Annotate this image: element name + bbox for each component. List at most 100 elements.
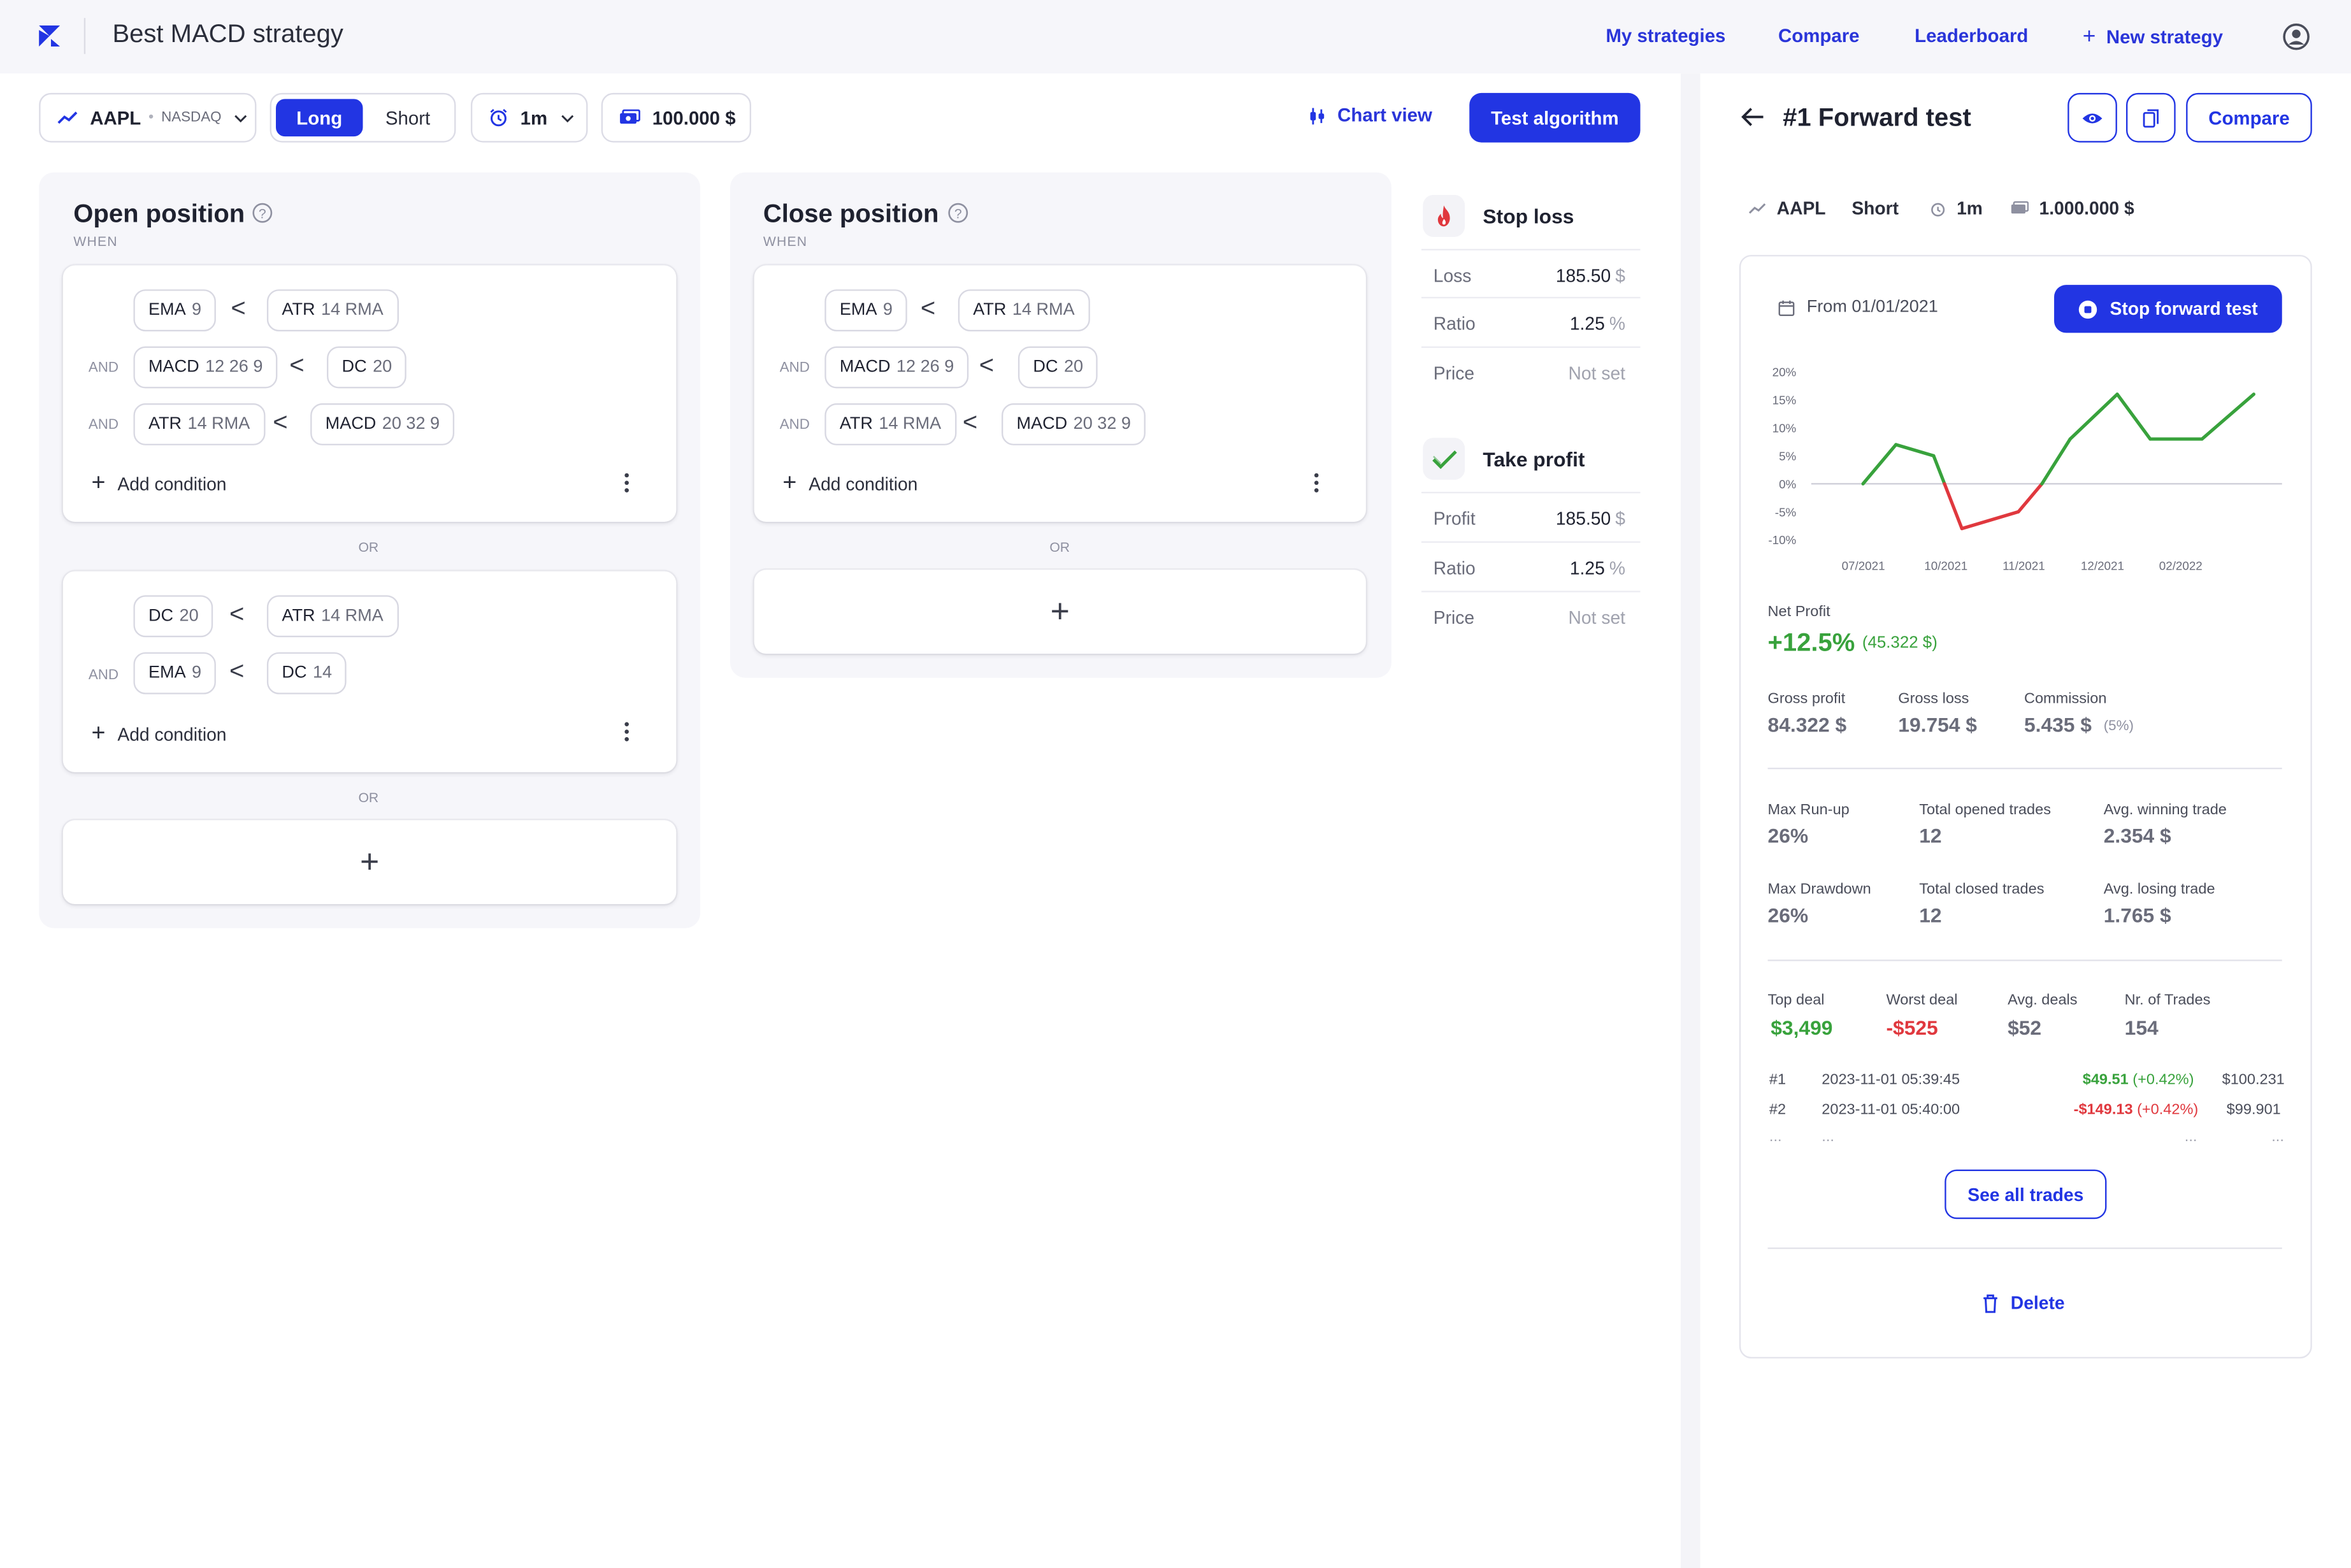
commission-pct: (5%) [2103,718,2134,735]
comparison-operator[interactable]: < [273,408,287,438]
worst-deal-label: Worst deal [1886,992,1958,1009]
indicator-chip[interactable]: MACD 20 32 9 [310,403,455,445]
delete-button[interactable]: Delete [1982,1293,2065,1314]
indicator-chip[interactable]: ATR 14 RMA [824,403,956,445]
indicator-chip[interactable]: DC 20 [327,346,407,389]
x-tick-label: 02/2022 [2159,559,2203,572]
y-tick-label: 15% [1772,394,1797,407]
nav-compare[interactable]: Compare [1778,25,1860,47]
avg-losing-label: Avg. losing trade [2103,881,2215,898]
stop-loss-row[interactable]: Loss 185.50 $ [1421,248,1641,297]
timeframe-selector[interactable]: 1m [470,92,588,143]
comparison-operator[interactable]: < [289,351,304,381]
header-divider [83,18,86,54]
net-profit-abs: (45.322 $) [1862,634,1938,652]
indicator-chip[interactable]: ATR 14 RMA [133,403,265,445]
test-algorithm-button[interactable]: Test algorithm [1469,92,1641,143]
plus-icon: + [782,470,797,496]
take-profit-row[interactable]: Profit 185.50 $ [1421,491,1641,540]
add-group-button[interactable]: + [62,820,677,905]
more-options-icon[interactable] [624,472,629,493]
comparison-operator[interactable]: < [921,294,935,324]
chevron-down-icon [561,114,574,122]
indicator-chip[interactable]: EMA 9 [824,289,908,332]
eye-icon [2082,113,2103,123]
view-button[interactable] [2067,92,2117,143]
series-line-segment [2200,392,2255,441]
and-label: AND [88,417,119,434]
series-line-segment [1894,443,1936,457]
close-when-label: WHEN [763,234,808,249]
trade-time: 2023-11-01 05:40:00 [1822,1102,1960,1119]
trade-id: #2 [1769,1102,1787,1119]
symbol-selector[interactable]: AAPL • NASDAQ [39,92,257,143]
nav-leaderboard[interactable]: Leaderboard [1915,25,2028,47]
help-icon[interactable]: ? [252,203,273,224]
y-tick-label: 10% [1772,422,1797,435]
add-group-button[interactable]: + [754,570,1366,654]
calendar-icon [1778,299,1795,315]
duplicate-button[interactable] [2126,92,2176,143]
nav-new-strategy-label: New strategy [2106,26,2223,48]
candlestick-icon [1310,107,1325,124]
indicator-chip[interactable]: ATR 14 RMA [958,289,1090,332]
comparison-operator[interactable]: < [963,408,977,438]
nr-trades-label: Nr. of Trades [2124,992,2211,1009]
plus-icon: + [91,470,106,496]
capital-input[interactable]: 100.000 $ [601,92,752,143]
indicator-chip[interactable]: ATR 14 RMA [266,595,399,638]
indicator-chip[interactable]: MACD 20 32 9 [1002,403,1146,445]
user-avatar-icon[interactable] [2282,22,2311,51]
indicator-chip[interactable]: MACD 12 26 9 [824,346,969,389]
more-options-icon[interactable] [1314,472,1319,493]
indicator-chip[interactable]: DC 20 [1017,346,1098,389]
svg-text:?: ? [259,206,266,221]
series-line-segment [1861,443,1898,486]
indicator-chip[interactable]: MACD 12 26 9 [133,346,278,389]
more-options-icon[interactable] [624,721,629,742]
max-runup-value: 26% [1767,824,1809,847]
help-icon[interactable]: ? [947,203,968,224]
app-logo-icon[interactable] [36,22,62,49]
test-direction: Short [1851,198,1899,219]
comparison-operator[interactable]: < [231,294,245,324]
nav-new-strategy[interactable]: + New strategy [2083,25,2223,48]
section-divider [1767,1247,2282,1249]
trade-ellipsis: ... [2184,1129,2197,1146]
comparison-operator[interactable]: < [979,351,994,381]
take-profit-row[interactable]: Ratio 1.25% [1421,541,1641,589]
strategy-title: Best MACD strategy [112,19,343,48]
direction-short-button[interactable]: Short [364,99,451,136]
plus-icon: + [359,842,380,881]
back-arrow-icon[interactable] [1741,106,1765,127]
indicator-chip[interactable]: ATR 14 RMA [266,289,399,332]
chart-view-button[interactable]: Chart view [1309,105,1432,126]
nav-my-strategies[interactable]: My strategies [1606,25,1725,47]
indicator-chip[interactable]: EMA 9 [133,652,217,694]
add-condition-button[interactable]: + Add condition [91,721,227,747]
total-closed-label: Total closed trades [1919,881,2045,898]
compare-button[interactable]: Compare [2186,92,2312,143]
direction-long-button[interactable]: Long [276,99,363,137]
take-profit-row[interactable]: Price Not set [1421,591,1641,638]
indicator-chip[interactable]: EMA 9 [133,289,217,332]
total-opened-value: 12 [1919,824,1942,847]
gross-profit-value: 84.322 $ [1767,714,1847,737]
copy-icon [2143,108,2159,127]
net-profit-value: +12.5% [1767,628,1855,657]
close-position-title: Close position [763,199,939,228]
add-condition-button[interactable]: + Add condition [782,470,917,496]
indicator-chip[interactable]: DC 20 [133,595,214,638]
comparison-operator[interactable]: < [229,657,244,687]
add-condition-button[interactable]: + Add condition [91,470,227,496]
stop-loss-row[interactable]: Price Not set [1421,346,1641,394]
chart-view-label: Chart view [1337,104,1432,126]
stop-loss-row[interactable]: Ratio 1.25% [1421,296,1641,345]
see-all-trades-button[interactable]: See all trades [1945,1169,2107,1219]
stop-forward-test-button[interactable]: Stop forward test [2054,285,2282,333]
x-tick-label: 10/2021 [1924,559,1967,572]
or-label: OR [358,790,379,805]
indicator-chip[interactable]: DC 14 [266,652,347,694]
comparison-operator[interactable]: < [229,600,244,629]
plus-icon: + [91,721,106,747]
